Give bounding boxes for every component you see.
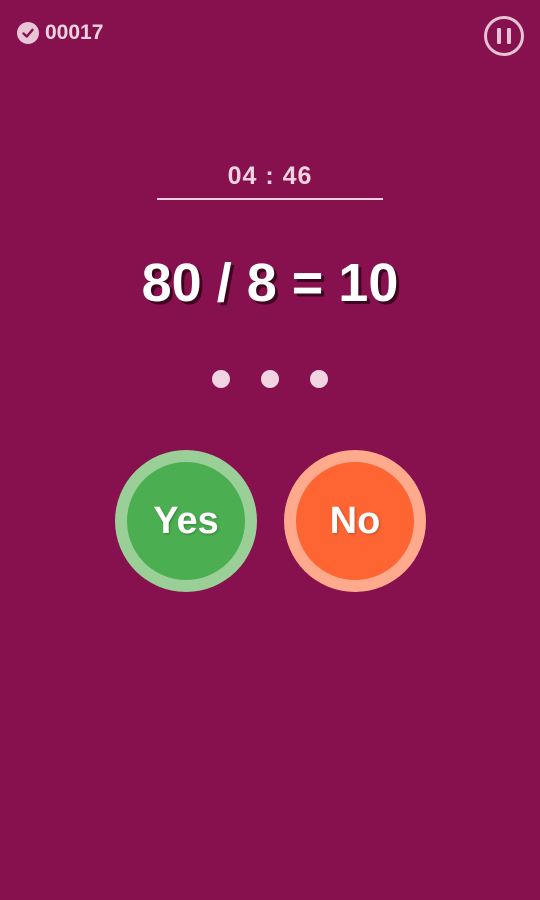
yes-button[interactable]: Yes	[115, 450, 257, 592]
yes-label: Yes	[127, 462, 245, 580]
score-display: 00017	[17, 21, 103, 45]
no-button[interactable]: No	[284, 450, 426, 592]
progress-dots	[0, 370, 540, 388]
timer-underline	[157, 198, 383, 200]
timer: 04 : 46	[227, 162, 313, 190]
no-label: No	[296, 462, 414, 580]
equation: 80 / 8 = 10	[141, 253, 399, 313]
progress-dot	[310, 370, 328, 388]
progress-dot	[212, 370, 230, 388]
check-circle-icon	[17, 22, 39, 44]
pause-button[interactable]	[484, 16, 524, 56]
progress-dot	[261, 370, 279, 388]
pause-icon	[494, 28, 514, 44]
score-value: 00017	[45, 21, 104, 44]
